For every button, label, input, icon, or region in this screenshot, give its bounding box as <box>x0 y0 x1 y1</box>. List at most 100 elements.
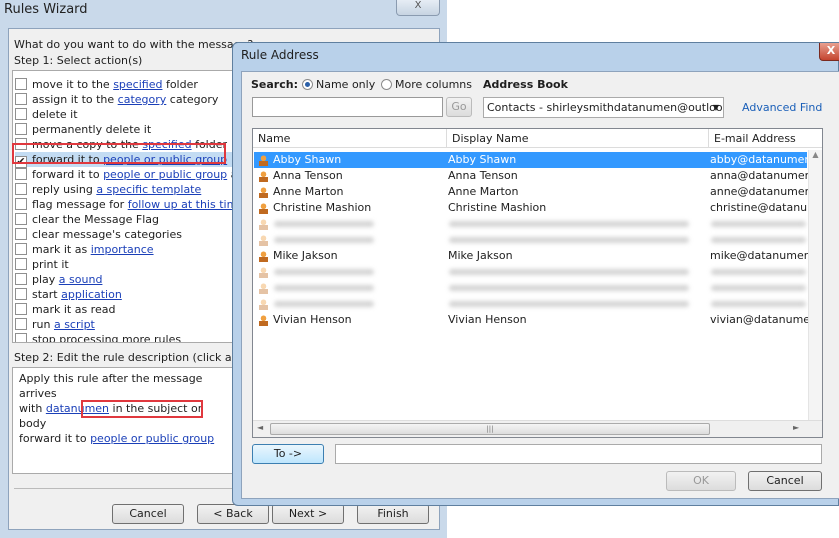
scroll-right-icon[interactable]: ► <box>793 423 799 432</box>
action-link[interactable]: people or public group <box>103 168 227 181</box>
column-header-name[interactable]: Name <box>253 129 447 148</box>
to-field[interactable] <box>335 444 822 464</box>
checkbox[interactable] <box>15 123 27 135</box>
checkbox[interactable] <box>15 108 27 120</box>
checkbox[interactable] <box>15 258 27 270</box>
column-header-email[interactable]: E-mail Address <box>709 129 822 148</box>
checkbox[interactable] <box>15 318 27 330</box>
contact-row[interactable] <box>254 296 807 312</box>
checkbox[interactable] <box>15 213 27 225</box>
checkbox[interactable] <box>15 183 27 195</box>
action-item[interactable]: flag message for follow up at this time <box>15 197 236 212</box>
action-link[interactable]: category <box>118 93 167 106</box>
action-text: mark it as read <box>32 303 116 316</box>
contact-email: christine@datanum <box>710 201 818 214</box>
vertical-scrollbar[interactable]: ▲ <box>808 150 822 420</box>
close-button[interactable]: X <box>819 43 839 61</box>
action-link[interactable]: a script <box>54 318 95 331</box>
action-link[interactable]: a specific template <box>96 183 201 196</box>
action-item[interactable]: forward it to people or public group as … <box>15 167 236 182</box>
finish-button[interactable]: Finish <box>357 504 429 524</box>
blurred-text <box>274 285 374 291</box>
contact-row[interactable] <box>254 216 807 232</box>
actions-list[interactable]: move it to the specified folder assign it… <box>12 70 237 343</box>
action-text: assign it to the <box>32 93 118 106</box>
contact-row[interactable]: Vivian Henson Vivian Henson vivian@datanum… <box>254 312 822 328</box>
ok-button[interactable]: OK <box>666 471 736 491</box>
contact-name: Abby Shawn <box>273 153 342 166</box>
action-text: flag message for <box>32 198 128 211</box>
checkbox[interactable] <box>15 78 27 90</box>
horizontal-scrollbar[interactable]: ◄ ||| ► <box>253 420 822 437</box>
scroll-left-icon[interactable]: ◄ <box>257 423 263 432</box>
radio-more-columns[interactable]: More columns <box>381 78 472 91</box>
checkbox[interactable] <box>15 333 27 342</box>
advanced-find-link[interactable]: Advanced Find <box>742 101 822 114</box>
checkbox[interactable] <box>15 228 27 240</box>
close-button[interactable]: X <box>396 0 440 16</box>
highlight-box <box>81 400 203 418</box>
checkbox[interactable] <box>15 93 27 105</box>
action-item[interactable]: clear the Message Flag <box>15 212 236 227</box>
back-button[interactable]: < Back <box>197 504 269 524</box>
contact-email: anne@datanumen.c <box>710 185 822 198</box>
action-item[interactable]: print it <box>15 257 236 272</box>
action-item[interactable]: move it to the specified folder <box>15 77 236 92</box>
action-link[interactable]: importance <box>91 243 154 256</box>
contact-row[interactable]: Abby Shawn Abby Shawn abby@datanumen.c <box>254 152 821 168</box>
cancel-button[interactable]: Cancel <box>748 471 822 491</box>
blurred-text <box>711 269 806 275</box>
contact-row[interactable]: Mike Jakson Mike Jakson mike@datanumen.c <box>254 248 820 264</box>
action-item[interactable]: stop processing more rules <box>15 332 236 342</box>
action-link[interactable]: specified <box>113 78 162 91</box>
people-link[interactable]: people or public group <box>90 432 214 445</box>
action-item[interactable]: delete it <box>15 107 236 122</box>
action-text: folder <box>162 78 198 91</box>
action-link[interactable]: a sound <box>59 273 103 286</box>
next-button[interactable]: Next > <box>272 504 344 524</box>
scroll-thumb[interactable]: ||| <box>270 423 710 435</box>
checkbox[interactable] <box>15 168 27 180</box>
rule-description: Apply this rule after the message arrive… <box>12 367 237 474</box>
search-input[interactable] <box>252 97 443 117</box>
column-header-display-name[interactable]: Display Name <box>447 129 709 148</box>
contact-row[interactable] <box>254 280 807 296</box>
action-item[interactable]: start application <box>15 287 236 302</box>
contact-row[interactable] <box>254 232 807 248</box>
contact-icon <box>259 219 268 230</box>
action-text: delete it <box>32 108 78 121</box>
contact-row[interactable] <box>254 264 807 280</box>
contact-row[interactable]: Christine Mashion Christine Mashion christ… <box>254 200 818 216</box>
checkbox[interactable] <box>15 288 27 300</box>
radio-icon <box>381 79 392 90</box>
checkbox[interactable] <box>15 243 27 255</box>
blurred-text <box>274 237 374 243</box>
action-link[interactable]: follow up at this time <box>128 198 236 211</box>
action-item[interactable]: permanently delete it <box>15 122 236 137</box>
checkbox[interactable] <box>15 198 27 210</box>
go-button[interactable]: Go <box>446 97 472 117</box>
action-item[interactable]: mark it as importance <box>15 242 236 257</box>
to-button[interactable]: To -> <box>252 444 324 464</box>
action-item[interactable]: reply using a specific template <box>15 182 236 197</box>
checkbox[interactable] <box>15 273 27 285</box>
action-item[interactable]: play a sound <box>15 272 236 287</box>
contact-icon <box>259 235 268 246</box>
action-text: mark it as <box>32 243 91 256</box>
contact-icon <box>259 283 268 294</box>
address-book-select[interactable]: Contacts - shirleysmithdatanumen@outlook… <box>483 97 724 118</box>
contact-row[interactable]: Anne Marton Anne Marton anne@datanumen.c <box>254 184 821 200</box>
action-link[interactable]: application <box>61 288 122 301</box>
radio-name-only[interactable]: Name only <box>302 78 375 91</box>
contact-name: Christine Mashion <box>273 201 372 214</box>
contacts-table[interactable]: Name Display Name E-mail Address Abby Sh… <box>252 128 823 438</box>
cancel-button[interactable]: Cancel <box>112 504 184 524</box>
blurred-text <box>274 221 374 227</box>
action-item[interactable]: run a script <box>15 317 236 332</box>
action-item[interactable]: clear message's categories <box>15 227 236 242</box>
action-item[interactable]: mark it as read <box>15 302 236 317</box>
contact-row[interactable]: Anna Tenson Anna Tenson anna@datanumen.c <box>254 168 821 184</box>
scroll-up-icon[interactable]: ▲ <box>809 150 822 159</box>
checkbox[interactable] <box>15 303 27 315</box>
action-item[interactable]: assign it to the category category <box>15 92 236 107</box>
